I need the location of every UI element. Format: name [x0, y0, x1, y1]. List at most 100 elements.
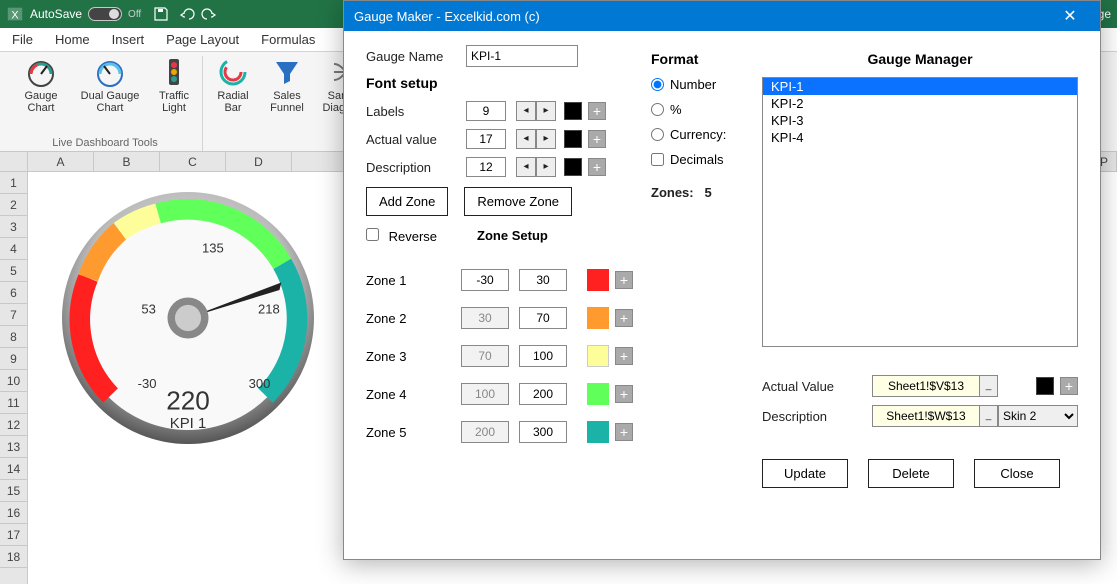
traffic-light-button[interactable]: Traffic Light [152, 56, 196, 114]
row-header[interactable]: 10 [0, 370, 27, 392]
zone-to-input[interactable] [519, 307, 567, 329]
tab-insert[interactable]: Insert [112, 30, 145, 49]
description-ref-picker-icon[interactable]: _ [980, 405, 998, 427]
zone-color-swatch[interactable] [587, 269, 609, 291]
zone-to-input[interactable] [519, 345, 567, 367]
skin-select[interactable]: Skin 2 [998, 405, 1078, 427]
actual-value-add-button[interactable]: + [1060, 377, 1078, 395]
close-button[interactable]: Close [974, 459, 1060, 488]
decimals-checkbox[interactable]: Decimals [651, 152, 744, 167]
row-header[interactable]: 11 [0, 392, 27, 414]
tab-home[interactable]: Home [55, 30, 90, 49]
actual-value-color-swatch[interactable] [1036, 377, 1054, 395]
description-decrease-button[interactable]: ◂ [516, 157, 536, 177]
zone-color-swatch[interactable] [587, 383, 609, 405]
reverse-checkbox[interactable]: Reverse [366, 228, 437, 257]
sales-funnel-button[interactable]: Sales Funnel [265, 56, 309, 114]
radial-bar-button[interactable]: Radial Bar [211, 56, 255, 114]
zone-color-swatch[interactable] [587, 307, 609, 329]
zone-add-button[interactable]: + [615, 309, 633, 327]
description-color-swatch[interactable] [564, 158, 582, 176]
dialog-titlebar[interactable]: Gauge Maker - Excelkid.com (c) ✕ [344, 1, 1100, 31]
redo-icon[interactable] [201, 6, 217, 22]
labels-add-button[interactable]: + [588, 102, 606, 120]
gauge-chart-button[interactable]: Gauge Chart [14, 56, 68, 114]
kpi-listbox[interactable]: KPI-1KPI-2KPI-3KPI-4 [762, 77, 1078, 347]
zone-to-input[interactable] [519, 421, 567, 443]
row-header[interactable]: 2 [0, 194, 27, 216]
labels-color-swatch[interactable] [564, 102, 582, 120]
zone-to-input[interactable] [519, 383, 567, 405]
tab-page-layout[interactable]: Page Layout [166, 30, 239, 49]
close-icon[interactable]: ✕ [1050, 6, 1090, 26]
zone-add-button[interactable]: + [615, 423, 633, 441]
labels-decrease-button[interactable]: ◂ [516, 101, 536, 121]
delete-button[interactable]: Delete [868, 459, 954, 488]
row-header[interactable]: 3 [0, 216, 27, 238]
tab-formulas[interactable]: Formulas [261, 30, 315, 49]
row-header[interactable]: 18 [0, 546, 27, 568]
zone-add-button[interactable]: + [615, 347, 633, 365]
labels-label: Labels [366, 104, 466, 119]
zone-add-button[interactable]: + [615, 385, 633, 403]
description-label: Description [366, 160, 466, 175]
reverse-checkbox-input[interactable] [366, 228, 379, 241]
remove-zone-button[interactable]: Remove Zone [464, 187, 572, 216]
gauge-name-input[interactable] [466, 45, 578, 67]
col-header[interactable]: A [28, 152, 94, 171]
row-header[interactable]: 5 [0, 260, 27, 282]
traffic-light-icon [158, 56, 190, 88]
actual-decrease-button[interactable]: ◂ [516, 129, 536, 149]
zone-from-input[interactable] [461, 269, 509, 291]
row-header[interactable]: 6 [0, 282, 27, 304]
col-header[interactable]: D [226, 152, 292, 171]
dual-gauge-button[interactable]: Dual Gauge Chart [78, 56, 142, 114]
format-heading: Format [651, 51, 744, 67]
actual-size-input[interactable] [466, 129, 506, 149]
row-header[interactable]: 12 [0, 414, 27, 436]
kpi-list-item[interactable]: KPI-3 [763, 112, 1077, 129]
zone-label: Zone 5 [366, 425, 461, 440]
col-header[interactable]: C [160, 152, 226, 171]
row-header[interactable]: 1 [0, 172, 27, 194]
actual-value-ref-picker-icon[interactable]: _ [980, 375, 998, 397]
undo-icon[interactable] [179, 6, 195, 22]
zone-color-swatch[interactable] [587, 421, 609, 443]
zone-add-button[interactable]: + [615, 271, 633, 289]
kpi-list-item[interactable]: KPI-1 [763, 78, 1077, 95]
tab-file[interactable]: File [12, 30, 33, 49]
add-zone-button[interactable]: Add Zone [366, 187, 448, 216]
description-add-button[interactable]: + [588, 158, 606, 176]
kpi-list-item[interactable]: KPI-2 [763, 95, 1077, 112]
zone-to-input[interactable] [519, 269, 567, 291]
row-header[interactable]: 9 [0, 348, 27, 370]
autosave-toggle[interactable]: AutoSave Off [30, 7, 141, 21]
kpi-list-item[interactable]: KPI-4 [763, 129, 1077, 146]
labels-size-input[interactable] [466, 101, 506, 121]
actual-color-swatch[interactable] [564, 130, 582, 148]
actual-increase-button[interactable]: ▸ [536, 129, 556, 149]
actual-add-button[interactable]: + [588, 130, 606, 148]
format-currency-radio[interactable]: Currency: [651, 127, 744, 142]
save-icon[interactable] [153, 6, 169, 22]
update-button[interactable]: Update [762, 459, 848, 488]
row-header[interactable]: 14 [0, 458, 27, 480]
row-header[interactable]: 13 [0, 436, 27, 458]
gauge-chart-object[interactable]: 135 53 -30 300 218 220 KPI 1 [48, 178, 328, 458]
row-header[interactable]: 16 [0, 502, 27, 524]
col-header[interactable]: B [94, 152, 160, 171]
format-percent-radio[interactable]: % [651, 102, 744, 117]
row-header[interactable]: 15 [0, 480, 27, 502]
description-size-input[interactable] [466, 157, 506, 177]
format-number-radio[interactable]: Number [651, 77, 744, 92]
zone-color-swatch[interactable] [587, 345, 609, 367]
row-header[interactable]: 8 [0, 326, 27, 348]
labels-increase-button[interactable]: ▸ [536, 101, 556, 121]
description-ref-input[interactable] [872, 405, 980, 427]
actual-value-ref-input[interactable] [872, 375, 980, 397]
row-header[interactable]: 17 [0, 524, 27, 546]
row-header[interactable]: 4 [0, 238, 27, 260]
row-header[interactable]: 7 [0, 304, 27, 326]
zone-from-input [461, 307, 509, 329]
description-increase-button[interactable]: ▸ [536, 157, 556, 177]
